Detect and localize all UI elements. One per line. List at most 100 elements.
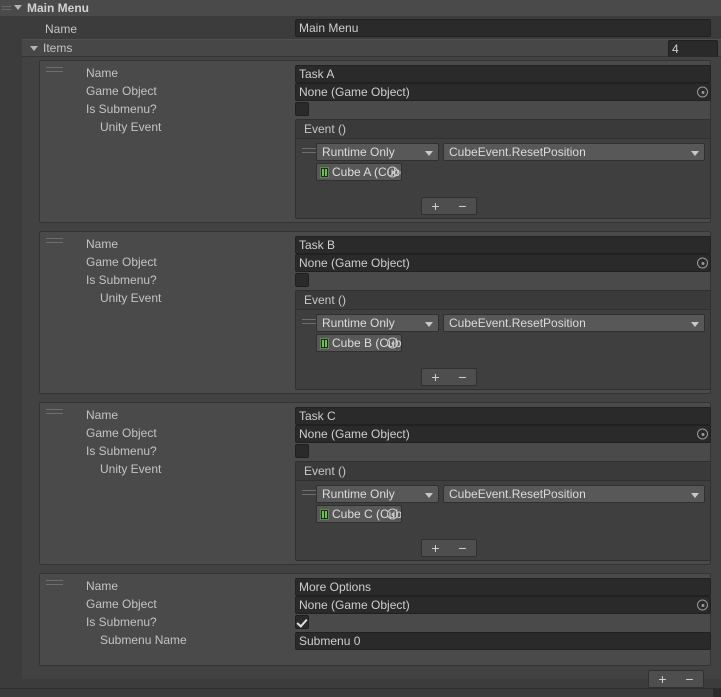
object-picker-icon[interactable]: [697, 257, 708, 269]
drag-handle-icon[interactable]: [46, 238, 63, 247]
page-title: Main Menu: [27, 1, 89, 15]
item-gameobject-field[interactable]: None (Game Object): [295, 596, 711, 614]
unity-event-header: Event (): [296, 120, 710, 139]
drag-handle-icon: [2, 6, 11, 10]
item-gameobject-value: None (Game Object): [299, 85, 410, 99]
chevron-down-icon: [691, 322, 699, 327]
item-name-label: Name: [86, 237, 119, 251]
unity-event-panel: Event () Runtime Only CubeEvent.ResetPos…: [295, 119, 711, 219]
object-picker-icon[interactable]: [697, 599, 708, 611]
item-name-input[interactable]: Task A: [295, 65, 711, 83]
event-add-button[interactable]: +: [431, 199, 439, 213]
unity-event-header: Event (): [296, 291, 710, 310]
object-picker-icon[interactable]: [387, 166, 398, 178]
item-gameobject-label: Game Object: [86, 255, 157, 269]
list-item[interactable]: Name Game Object Is Submenu? Unity Event…: [39, 402, 711, 565]
item-submenu-name-input[interactable]: Submenu 0: [295, 632, 711, 650]
event-function-value: CubeEvent.ResetPosition: [449, 316, 586, 330]
event-remove-button[interactable]: −: [458, 541, 466, 555]
item-gameobject-value: None (Game Object): [299, 256, 410, 270]
bottom-divider: [0, 688, 721, 697]
object-picker-icon[interactable]: [387, 337, 398, 349]
item-is-submenu-label: Is Submenu?: [86, 273, 157, 287]
prefab-icon: [320, 167, 329, 178]
item-gameobject-label: Game Object: [86, 84, 157, 98]
items-foldout-row[interactable]: Items 4: [22, 39, 721, 58]
event-add-remove-buttons[interactable]: + −: [421, 197, 477, 215]
drag-handle-icon[interactable]: [46, 409, 63, 418]
item-name-label: Name: [86, 579, 119, 593]
foldout-arrow-down-icon[interactable]: [30, 46, 38, 51]
list-item[interactable]: Name Game Object Is Submenu? Unity Event…: [39, 60, 711, 223]
event-drag-handle-icon[interactable]: [302, 319, 316, 326]
object-picker-icon[interactable]: [387, 508, 398, 520]
unity-event-panel: Event () Runtime Only CubeEvent.ResetPos…: [295, 461, 711, 561]
list-add-remove-buttons[interactable]: + −: [648, 670, 704, 688]
event-add-remove-buttons[interactable]: + −: [421, 539, 477, 557]
item-name-label: Name: [86, 408, 119, 422]
event-drag-handle-icon[interactable]: [302, 148, 316, 155]
name-input[interactable]: Main Menu: [295, 19, 711, 37]
object-picker-icon[interactable]: [697, 86, 708, 98]
item-is-submenu-checkbox[interactable]: [295, 102, 309, 116]
unity-event-panel: Event () Runtime Only CubeEvent.ResetPos…: [295, 290, 711, 390]
event-target-object-field[interactable]: Cube B (Cube: [316, 334, 402, 352]
event-function-dropdown[interactable]: CubeEvent.ResetPosition: [443, 143, 705, 161]
event-mode-dropdown[interactable]: Runtime Only: [316, 485, 439, 503]
item-is-submenu-checkbox[interactable]: [295, 615, 309, 629]
item-unity-event-label: Unity Event: [100, 291, 162, 305]
chevron-down-icon: [425, 151, 433, 156]
list-item[interactable]: Name Game Object Is Submenu? Unity Event…: [39, 231, 711, 394]
event-drag-handle-icon[interactable]: [302, 490, 316, 497]
items-label: Items: [43, 41, 73, 55]
foldout-arrow-down-icon[interactable]: [14, 5, 22, 10]
drag-handle-icon[interactable]: [46, 67, 63, 76]
item-name-label: Name: [86, 66, 119, 80]
item-gameobject-field[interactable]: None (Game Object): [295, 254, 711, 272]
event-target-object-field[interactable]: Cube C (Cube: [316, 505, 402, 523]
item-gameobject-label: Game Object: [86, 426, 157, 440]
event-function-value: CubeEvent.ResetPosition: [449, 145, 586, 159]
item-is-submenu-label: Is Submenu?: [86, 615, 157, 629]
event-function-dropdown[interactable]: CubeEvent.ResetPosition: [443, 314, 705, 332]
item-name-input[interactable]: Task C: [295, 407, 711, 425]
chevron-down-icon: [425, 493, 433, 498]
event-mode-value: Runtime Only: [322, 145, 395, 159]
scrollbar-corner[interactable]: [713, 689, 721, 697]
item-is-submenu-label: Is Submenu?: [86, 102, 157, 116]
item-gameobject-field[interactable]: None (Game Object): [295, 83, 711, 101]
unity-event-header: Event (): [296, 462, 710, 481]
event-remove-button[interactable]: −: [458, 199, 466, 213]
drag-handle-icon[interactable]: [46, 580, 63, 589]
items-size-input[interactable]: 4: [668, 40, 718, 58]
event-remove-button[interactable]: −: [458, 370, 466, 384]
event-target-object-field[interactable]: Cube A (Cube: [316, 163, 402, 181]
event-add-remove-buttons[interactable]: + −: [421, 368, 477, 386]
item-submenu-name-label: Submenu Name: [100, 633, 187, 647]
event-add-button[interactable]: +: [431, 541, 439, 555]
item-gameobject-value: None (Game Object): [299, 427, 410, 441]
chevron-down-icon: [425, 322, 433, 327]
event-mode-value: Runtime Only: [322, 487, 395, 501]
list-item[interactable]: Name Game Object Is Submenu? Submenu Nam…: [39, 573, 711, 666]
prefab-icon: [320, 509, 329, 520]
item-gameobject-label: Game Object: [86, 597, 157, 611]
item-is-submenu-label: Is Submenu?: [86, 444, 157, 458]
chevron-down-icon: [691, 493, 699, 498]
item-name-input[interactable]: More Options: [295, 578, 711, 596]
object-picker-icon[interactable]: [697, 428, 708, 440]
item-name-input[interactable]: Task B: [295, 236, 711, 254]
item-gameobject-field[interactable]: None (Game Object): [295, 425, 711, 443]
event-add-button[interactable]: +: [431, 370, 439, 384]
list-add-button[interactable]: +: [658, 672, 666, 686]
item-is-submenu-checkbox[interactable]: [295, 444, 309, 458]
event-mode-dropdown[interactable]: Runtime Only: [316, 314, 439, 332]
event-function-dropdown[interactable]: CubeEvent.ResetPosition: [443, 485, 705, 503]
item-is-submenu-checkbox[interactable]: [295, 273, 309, 287]
item-unity-event-label: Unity Event: [100, 462, 162, 476]
component-header[interactable]: Main Menu: [0, 0, 721, 16]
event-mode-dropdown[interactable]: Runtime Only: [316, 143, 439, 161]
prefab-icon: [320, 338, 329, 349]
list-remove-button[interactable]: −: [685, 672, 693, 686]
name-label: Name: [45, 22, 78, 36]
